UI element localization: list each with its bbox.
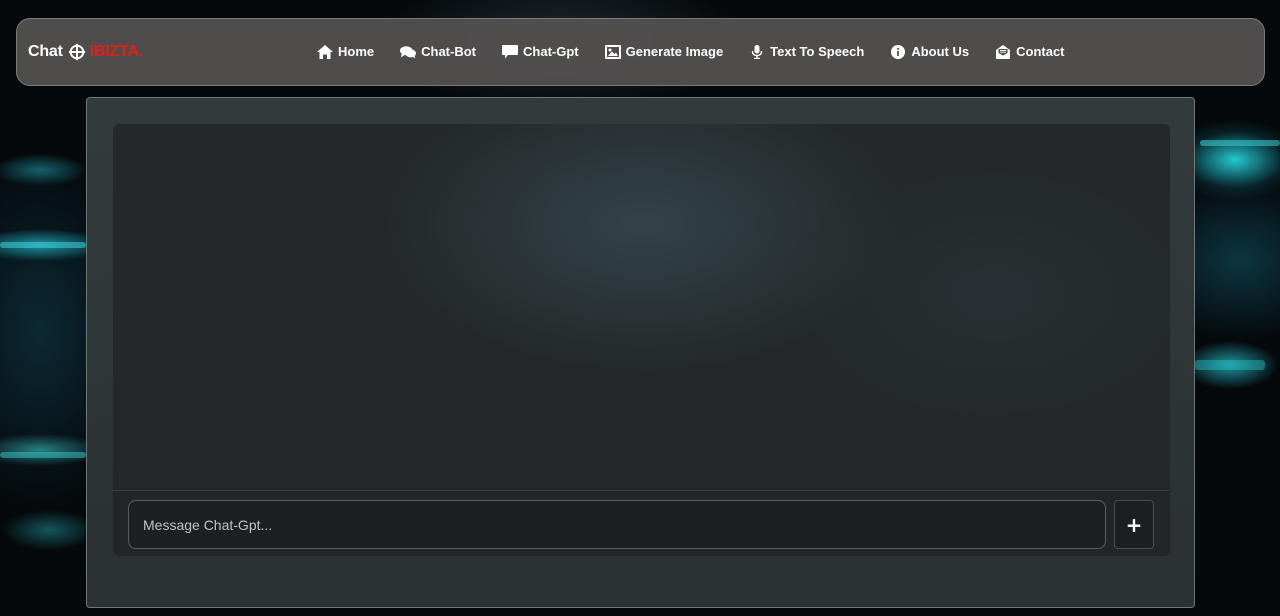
- nav-item-chat-bot[interactable]: Chat-Bot: [400, 44, 476, 59]
- nav-item-home[interactable]: Home: [317, 44, 374, 59]
- image-icon: [604, 44, 621, 59]
- nav-item-text-to-speech[interactable]: Text To Speech: [749, 44, 864, 59]
- nav-item-label: Text To Speech: [770, 44, 865, 59]
- background-glow-line: [0, 452, 86, 458]
- background-glow-line: [1200, 140, 1280, 146]
- crosshair-icon: [68, 43, 85, 61]
- info-icon: [891, 44, 906, 59]
- plus-icon: +: [1125, 512, 1143, 537]
- brand-name-first: Chat: [28, 43, 63, 60]
- message-input-bar: +: [113, 490, 1170, 556]
- brand-name-second: IBIZTA.: [89, 43, 144, 60]
- nav-item-label: Generate Image: [625, 44, 724, 59]
- nav-item-chat-gpt[interactable]: Chat-Gpt: [502, 44, 579, 59]
- background-glow-line: [0, 242, 86, 248]
- chat-messages-area[interactable]: [113, 124, 1170, 490]
- nav-item-label: Chat-Bot: [421, 44, 477, 59]
- main-navigation: Home Chat-Bot Chat-Gpt Generate Image Te…: [317, 44, 1091, 59]
- comments-icon: [400, 45, 417, 58]
- background-glow-line: [1195, 360, 1265, 370]
- home-icon: [317, 44, 333, 59]
- message-icon: [502, 44, 519, 58]
- nav-item-about-us[interactable]: About Us: [890, 44, 969, 59]
- microphone-icon: [751, 44, 763, 59]
- nav-item-label: Contact: [1016, 44, 1065, 59]
- top-navbar: Chat IBIZTA. Home Chat-Bot Chat-Gpt Gene…: [16, 18, 1265, 86]
- nav-item-label: Chat-Gpt: [523, 44, 579, 59]
- nav-item-label: About Us: [911, 44, 970, 59]
- envelope-icon: [996, 44, 1011, 59]
- brand-logo[interactable]: Chat IBIZTA.: [28, 43, 143, 61]
- nav-item-contact[interactable]: Contact: [995, 44, 1065, 59]
- chat-panel: +: [86, 97, 1195, 608]
- message-input[interactable]: [128, 500, 1106, 549]
- add-button[interactable]: +: [1114, 500, 1154, 549]
- nav-item-label: Home: [338, 44, 375, 59]
- nav-item-generate-image[interactable]: Generate Image: [604, 44, 724, 59]
